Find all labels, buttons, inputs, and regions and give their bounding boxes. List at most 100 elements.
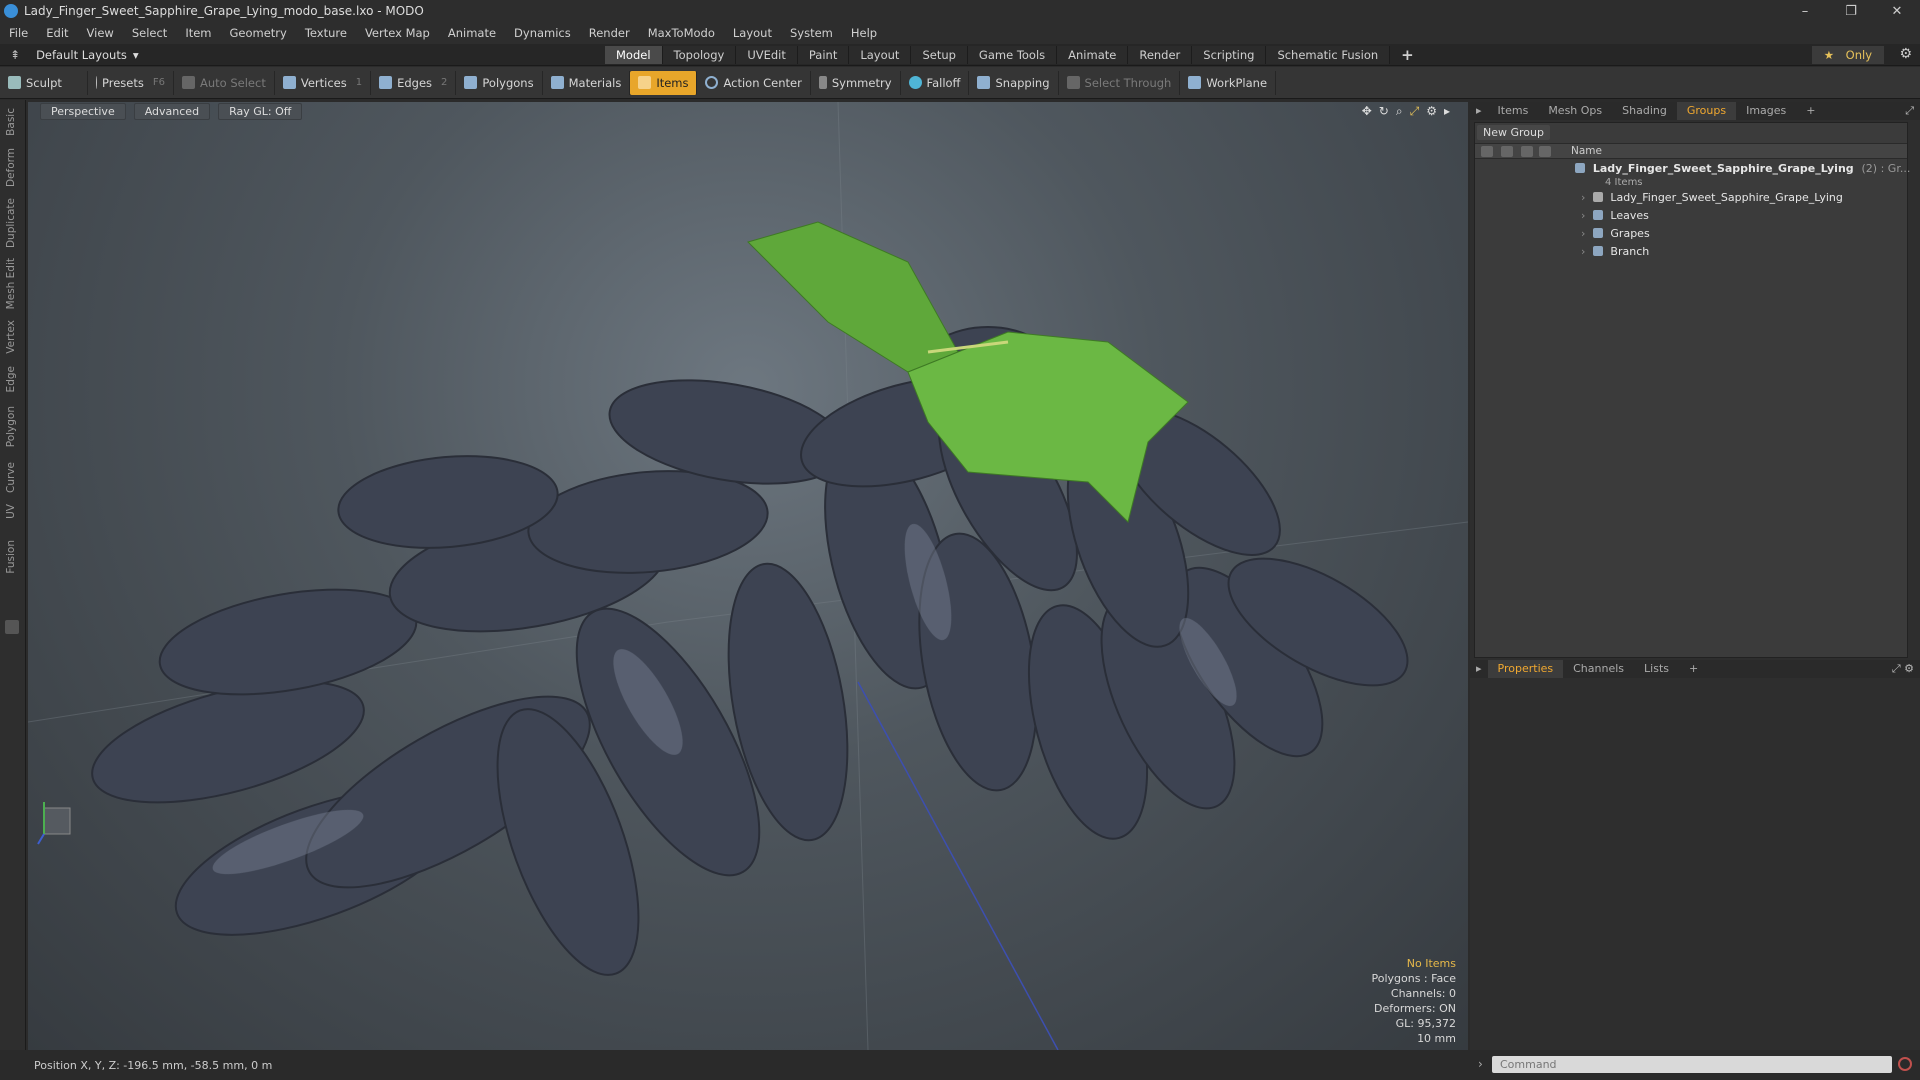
menu-texture[interactable]: Texture: [296, 26, 356, 40]
list-item[interactable]: › Grapes: [1581, 227, 1650, 240]
tab-curve[interactable]: Curve: [5, 462, 17, 493]
render-icon[interactable]: [1521, 146, 1533, 157]
3d-viewport[interactable]: Perspective Advanced Ray GL: Off ✥ ↻ ⌕ ⤢…: [28, 102, 1468, 1050]
tab-polygon[interactable]: Polygon: [5, 406, 17, 447]
new-group-button[interactable]: New Group: [1477, 125, 1550, 140]
tab-properties[interactable]: Properties: [1487, 660, 1564, 678]
tab-animate[interactable]: Animate: [1057, 46, 1129, 64]
tab-uvedit[interactable]: UVEdit: [736, 46, 798, 64]
tab-deform[interactable]: Deform: [5, 148, 17, 187]
tab-duplicate[interactable]: Duplicate: [5, 198, 17, 248]
tab-mesh-edit[interactable]: Mesh Edit: [5, 258, 17, 309]
tab-layout[interactable]: Layout: [849, 46, 912, 64]
workplane-button[interactable]: WorkPlane: [1180, 70, 1277, 95]
tab-vertex[interactable]: Vertex: [5, 320, 17, 354]
list-item[interactable]: › Branch: [1581, 245, 1649, 258]
tab-fusion[interactable]: Fusion: [5, 540, 17, 574]
sculpt-button[interactable]: Sculpt: [0, 70, 88, 95]
maximize-button[interactable]: ❐: [1828, 4, 1874, 19]
vertices-button[interactable]: Vertices 1: [275, 70, 372, 95]
tab-images[interactable]: Images: [1736, 102, 1796, 120]
edges-button[interactable]: Edges 2: [371, 70, 457, 95]
falloff-button[interactable]: Falloff: [901, 70, 970, 95]
tab-schematic-fusion[interactable]: Schematic Fusion: [1266, 46, 1391, 64]
menu-edit[interactable]: Edit: [37, 26, 77, 40]
raygl-toggle[interactable]: Ray GL: Off: [218, 102, 303, 120]
tab-lists[interactable]: Lists: [1634, 660, 1679, 678]
add-panel-tab-button[interactable]: +: [1796, 102, 1825, 120]
panel-menu-icon[interactable]: ▸: [1470, 102, 1488, 120]
viewport-menu-icon[interactable]: ▸: [1444, 104, 1450, 119]
tab-shading[interactable]: Shading: [1612, 102, 1677, 120]
menu-dynamics[interactable]: Dynamics: [505, 26, 580, 40]
properties-menu-icon[interactable]: ▸: [1470, 660, 1488, 678]
snapping-button[interactable]: Snapping: [969, 70, 1059, 95]
group-row[interactable]: Lady_Finger_Sweet_Sapphire_Grape_Lying (…: [1575, 162, 1910, 175]
tab-render[interactable]: Render: [1128, 46, 1193, 64]
add-properties-tab-button[interactable]: +: [1679, 660, 1708, 678]
rotate-icon[interactable]: ↻: [1379, 104, 1389, 119]
menu-vertex-map[interactable]: Vertex Map: [356, 26, 439, 40]
menu-file[interactable]: File: [0, 26, 37, 40]
tab-basic[interactable]: Basic: [5, 108, 17, 136]
tab-game-tools[interactable]: Game Tools: [967, 46, 1058, 64]
viewport-gear-icon[interactable]: ⚙: [1426, 104, 1437, 119]
zoom-icon[interactable]: ⌕: [1396, 104, 1403, 119]
tab-uv[interactable]: UV: [5, 504, 17, 519]
polygons-button[interactable]: Polygons: [456, 70, 543, 95]
tab-setup[interactable]: Setup: [911, 46, 968, 64]
layout-dropdown[interactable]: Default Layouts ▾: [28, 48, 149, 62]
auto-select-button[interactable]: Auto Select: [174, 70, 275, 95]
expand-arrow-icon[interactable]: ›: [1581, 191, 1585, 204]
tab-paint[interactable]: Paint: [797, 46, 850, 64]
list-item[interactable]: › Lady_Finger_Sweet_Sapphire_Grape_Lying: [1581, 191, 1843, 204]
shading-dropdown[interactable]: Advanced: [133, 102, 211, 120]
presets-button[interactable]: Presets F6: [88, 70, 174, 95]
eye-icon[interactable]: [1481, 146, 1493, 157]
tab-edge[interactable]: Edge: [5, 366, 17, 392]
panel-toggle-icon[interactable]: [5, 620, 19, 634]
materials-button[interactable]: Materials: [543, 70, 631, 95]
list-item[interactable]: › Leaves: [1581, 209, 1649, 222]
menu-animate[interactable]: Animate: [439, 26, 505, 40]
menu-geometry[interactable]: Geometry: [221, 26, 296, 40]
close-button[interactable]: ✕: [1874, 4, 1920, 19]
action-center-button[interactable]: Action Center: [697, 70, 811, 95]
tab-groups[interactable]: Groups: [1676, 102, 1737, 120]
properties-expand-icon[interactable]: ⤢ ⚙: [1882, 660, 1920, 678]
menu-render[interactable]: Render: [580, 26, 639, 40]
lock-icon[interactable]: [1501, 146, 1513, 157]
tab-items[interactable]: Items: [1488, 102, 1539, 120]
collapse-icon[interactable]: ⇞: [0, 48, 28, 62]
presets-icon: [96, 76, 98, 89]
expand-arrow-icon[interactable]: ›: [1581, 209, 1585, 222]
select-through-button[interactable]: Select Through: [1059, 70, 1181, 95]
expand-arrow-icon[interactable]: ›: [1581, 245, 1585, 258]
tab-channels[interactable]: Channels: [1563, 660, 1634, 678]
menu-help[interactable]: Help: [842, 26, 886, 40]
tab-topology[interactable]: Topology: [662, 46, 737, 64]
menu-system[interactable]: System: [781, 26, 842, 40]
menu-layout[interactable]: Layout: [724, 26, 781, 40]
symmetry-button[interactable]: Symmetry: [811, 70, 901, 95]
record-icon[interactable]: [1898, 1057, 1912, 1071]
add-tab-button[interactable]: +: [1390, 46, 1425, 64]
tab-scripting[interactable]: Scripting: [1192, 46, 1267, 64]
fit-icon[interactable]: ⤢: [1410, 104, 1420, 119]
select-icon[interactable]: [1539, 146, 1551, 157]
command-input[interactable]: Command: [1492, 1056, 1892, 1073]
gear-icon[interactable]: ⚙: [1899, 46, 1912, 62]
expand-icon[interactable]: ⤢: [1895, 102, 1920, 120]
pan-icon[interactable]: ✥: [1362, 104, 1372, 119]
menu-view[interactable]: View: [78, 26, 123, 40]
items-button[interactable]: Items: [630, 70, 698, 95]
only-toggle[interactable]: ★ Only: [1811, 46, 1884, 64]
tab-mesh-ops[interactable]: Mesh Ops: [1538, 102, 1612, 120]
view-mode-dropdown[interactable]: Perspective: [40, 102, 126, 120]
expand-arrow-icon[interactable]: ›: [1581, 227, 1585, 240]
minimize-button[interactable]: –: [1782, 4, 1828, 19]
menu-maxtomodo[interactable]: MaxToModo: [639, 26, 724, 40]
menu-item[interactable]: Item: [176, 26, 220, 40]
menu-select[interactable]: Select: [123, 26, 176, 40]
tab-model[interactable]: Model: [605, 46, 663, 64]
